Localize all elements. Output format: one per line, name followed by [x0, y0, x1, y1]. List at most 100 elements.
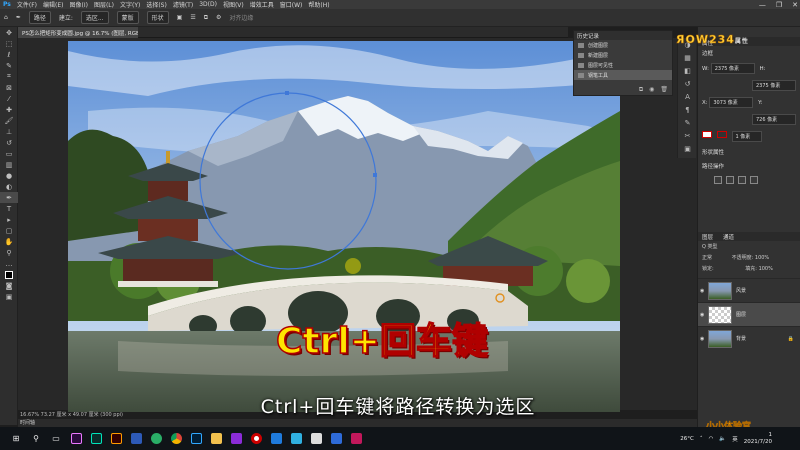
eye-icon[interactable]: ◉ [700, 336, 704, 342]
move-tool-icon[interactable]: ✥ [0, 27, 18, 38]
premiere-icon[interactable] [66, 427, 86, 450]
document-tab[interactable]: PS怎么把矩形变成圆.jpg @ 16.7% (图层, RGB/8) * [18, 27, 138, 38]
minimize-button[interactable]: — [759, 1, 766, 9]
taskbar-app-icon[interactable] [346, 427, 366, 450]
width-field[interactable]: 2375 像素 [710, 63, 755, 74]
illustrator-icon[interactable] [106, 427, 126, 450]
tools-panel-icon[interactable]: ✂ [678, 129, 697, 142]
menu-edit[interactable]: 编辑(E) [43, 0, 63, 9]
dodge-tool-icon[interactable]: ◐ [0, 181, 18, 192]
eraser-tool-icon[interactable]: ▭ [0, 148, 18, 159]
screen-mode-icon[interactable]: ▣ [0, 291, 18, 302]
quick-select-tool-icon[interactable]: ✎ [0, 60, 18, 71]
quick-mask-icon[interactable]: ◙ [0, 280, 18, 291]
stroke-swatch-icon[interactable] [716, 131, 727, 138]
brush-panel-icon[interactable]: ✎ [678, 116, 697, 129]
windows-start-icon[interactable]: ⊞ [6, 427, 26, 450]
healing-tool-icon[interactable]: ✚ [0, 104, 18, 115]
search-icon[interactable]: ⚲ [26, 427, 46, 450]
intersect-icon[interactable] [738, 176, 746, 184]
menu-select[interactable]: 选择(S) [146, 0, 167, 9]
menu-image[interactable]: 图像(I) [70, 0, 88, 9]
clock[interactable]: 1 2021/7/20 [744, 432, 772, 446]
photoshop-icon[interactable] [186, 427, 206, 450]
height-field[interactable]: 2375 像素 [752, 80, 796, 91]
brush-tool-icon[interactable]: 🖌 [0, 115, 18, 126]
taskbar-app-icon[interactable] [126, 427, 146, 450]
libraries-panel-icon[interactable]: ▣ [678, 142, 697, 155]
close-button[interactable]: ✕ [792, 1, 798, 9]
crop-tool-icon[interactable]: ⌗ [0, 71, 18, 82]
fill-swatch-icon[interactable] [702, 131, 712, 138]
combine-icon[interactable] [714, 176, 722, 184]
path-select-tool-icon[interactable]: ▸ [0, 214, 18, 225]
history-item[interactable]: 新建图层 [574, 50, 672, 60]
layer-row[interactable]: ◉ 风景 [698, 278, 800, 302]
tab-channels[interactable]: 通道 [723, 233, 734, 241]
camera-icon[interactable]: ◉ [649, 86, 654, 94]
menu-view[interactable]: 视图(V) [223, 0, 244, 9]
history-item[interactable]: 创建图层 [574, 40, 672, 50]
path-align-icon[interactable]: ☰ [190, 14, 195, 21]
anchor-point-right[interactable] [373, 173, 377, 177]
x-field[interactable]: 3073 像素 [709, 97, 754, 108]
blur-tool-icon[interactable]: ● [0, 170, 18, 181]
taskbar-app-icon[interactable] [266, 427, 286, 450]
subtract-icon[interactable] [726, 176, 734, 184]
history-item[interactable]: 图层可见性 [574, 60, 672, 70]
more-tools-icon[interactable]: … [0, 258, 18, 269]
blend-mode-select[interactable]: 正常 [702, 255, 712, 261]
taskbar-app-icon[interactable] [226, 427, 246, 450]
taskbar-app-icon[interactable] [306, 427, 326, 450]
layer-row-selected[interactable]: ◉ 图层 [698, 302, 800, 326]
paragraph-panel-icon[interactable]: ¶ [678, 103, 697, 116]
path-ops-icon[interactable]: ▣ [177, 14, 183, 21]
shape-button[interactable]: 形状 [146, 11, 169, 24]
frame-tool-icon[interactable]: ⊠ [0, 82, 18, 93]
color-swatches-icon[interactable] [0, 269, 18, 280]
maximize-button[interactable]: ❐ [776, 1, 782, 9]
home-icon[interactable]: ⌂ [4, 14, 8, 21]
layer-row[interactable]: ◉ 背景 🔒 [698, 326, 800, 350]
trash-icon[interactable]: 🗑 [660, 86, 668, 94]
history-brush-icon[interactable]: ↺ [0, 137, 18, 148]
menu-help[interactable]: 帮助(H) [308, 0, 329, 9]
network-icon[interactable]: ◠ [709, 436, 714, 442]
chevron-up-icon[interactable]: ˄ [700, 436, 703, 442]
marquee-tool-icon[interactable]: ⬚ [0, 38, 18, 49]
volume-icon[interactable]: 🔈 [719, 436, 726, 442]
menu-plugins[interactable]: 增效工具 [250, 0, 274, 9]
folder-icon[interactable] [206, 427, 226, 450]
taskbar-app-icon[interactable] [286, 427, 306, 450]
path-arrange-icon[interactable]: ⧉ [204, 14, 208, 22]
menu-type[interactable]: 文字(Y) [120, 0, 140, 9]
timeline-label[interactable]: 时间轴 [18, 419, 698, 427]
zoom-tool-icon[interactable]: ⚲ [0, 247, 18, 258]
menu-file[interactable]: 文件(F) [17, 0, 37, 9]
temperature[interactable]: 26°C [680, 436, 694, 442]
audition-icon[interactable] [86, 427, 106, 450]
type-panel-icon[interactable]: A [678, 90, 697, 103]
taskbar-app-icon[interactable] [326, 427, 346, 450]
task-view-icon[interactable]: ▭ [46, 427, 66, 450]
input-language[interactable]: 英 [732, 435, 738, 443]
menu-layer[interactable]: 图层(L) [94, 0, 114, 9]
adjustments-panel-icon[interactable]: ◧ [678, 64, 697, 77]
align-edges-checkbox[interactable]: 对齐边缘 [229, 13, 253, 22]
tab-layers[interactable]: 图层 [702, 233, 713, 241]
eye-icon[interactable]: ◉ [700, 312, 704, 318]
history-item-selected[interactable]: 钢笔工具 [574, 70, 672, 80]
gear-icon[interactable]: ⚙ [216, 14, 221, 21]
layer-kind-filter[interactable]: Q 类型 [698, 241, 800, 252]
menu-window[interactable]: 窗口(W) [280, 0, 303, 9]
selection-button[interactable]: 选区... [80, 11, 109, 24]
exclude-icon[interactable] [750, 176, 758, 184]
menu-3d[interactable]: 3D(D) [199, 1, 217, 8]
pen-tool-icon-side[interactable]: ✒ [0, 192, 18, 203]
opacity-field[interactable]: 100% [755, 255, 769, 261]
menu-filter[interactable]: 滤镜(T) [173, 0, 193, 9]
eye-icon[interactable]: ◉ [700, 288, 704, 294]
anchor-point-top[interactable] [285, 91, 289, 95]
pen-tool-icon[interactable]: ✒ [16, 14, 21, 21]
stroke-width-field[interactable]: 1 像素 [731, 131, 762, 142]
